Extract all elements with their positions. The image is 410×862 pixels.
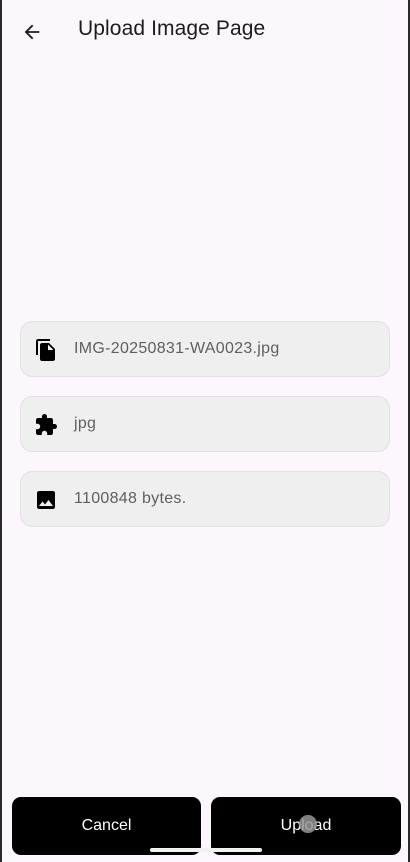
extension-puzzle-icon	[33, 412, 59, 438]
cancel-button[interactable]: Cancel	[12, 797, 201, 855]
file-extension-card: jpg	[20, 396, 390, 452]
file-size-value: 1100848 bytes.	[74, 490, 187, 507]
file-size-card: 1100848 bytes.	[20, 471, 390, 527]
page-title: Upload Image Page	[78, 17, 266, 40]
arrow-left-icon	[24, 24, 40, 40]
file-name-card: IMG-20250831-WA0023.jpg	[20, 321, 390, 377]
image-icon	[33, 487, 59, 513]
touch-indicator	[299, 815, 317, 833]
back-button[interactable]	[14, 14, 50, 50]
file-name-value: IMG-20250831-WA0023.jpg	[74, 340, 280, 357]
window-edge-left	[0, 0, 2, 862]
file-copy-icon	[33, 337, 59, 363]
app-bar: Upload Image Page	[0, 0, 410, 64]
home-indicator[interactable]	[150, 848, 262, 852]
file-extension-value: jpg	[74, 415, 97, 432]
